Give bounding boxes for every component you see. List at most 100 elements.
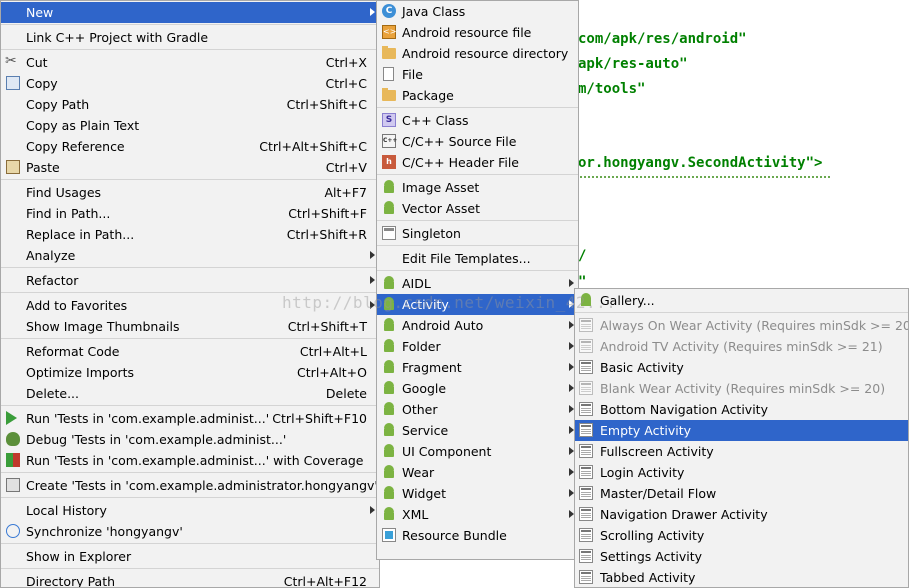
new-item-file[interactable]: File [377, 64, 578, 85]
resource-file-icon: <> [382, 25, 396, 39]
new-item-folder[interactable]: Folder [377, 336, 578, 357]
menu-item-run-coverage[interactable]: Run 'Tests in 'com.example.administ...' … [1, 450, 379, 471]
menu-item-copy-reference[interactable]: Copy Reference Ctrl+Alt+Shift+C [1, 136, 379, 157]
menu-item-new[interactable]: New [1, 2, 379, 23]
android-icon [382, 444, 396, 458]
activity-template-icon [579, 444, 593, 458]
cpp-class-icon: S [382, 113, 396, 127]
menu-separator [1, 497, 379, 498]
new-item-activity[interactable]: Activity [377, 294, 578, 315]
menu-item-debug-tests[interactable]: Debug 'Tests in 'com.example.administ...… [1, 429, 379, 450]
menu-separator [1, 267, 379, 268]
menu-item-analyze[interactable]: Analyze [1, 245, 379, 266]
activity-template-icon [579, 549, 593, 563]
android-icon [382, 381, 396, 395]
new-item-other[interactable]: Other [377, 399, 578, 420]
activity-item-empty[interactable]: Empty Activity [575, 420, 908, 441]
new-item-android-auto[interactable]: Android Auto [377, 315, 578, 336]
activity-item-tabbed[interactable]: Tabbed Activity [575, 567, 908, 587]
activity-item-fullscreen[interactable]: Fullscreen Activity [575, 441, 908, 462]
activity-item-always-on-wear[interactable]: Always On Wear Activity (Requires minSdk… [575, 315, 908, 336]
new-item-cpp-class[interactable]: S C++ Class [377, 110, 578, 131]
activity-item-login[interactable]: Login Activity [575, 462, 908, 483]
header-file-icon: h [382, 155, 396, 169]
menu-separator [377, 220, 578, 221]
new-item-edit-templates[interactable]: Edit File Templates... [377, 248, 578, 269]
activity-template-icon [579, 381, 593, 395]
new-item-package[interactable]: Package [377, 85, 578, 106]
new-item-ui-component[interactable]: UI Component [377, 441, 578, 462]
menu-item-find-usages[interactable]: Find Usages Alt+F7 [1, 182, 379, 203]
menu-item-copy[interactable]: Copy Ctrl+C [1, 73, 379, 94]
menu-item-synchronize[interactable]: Synchronize 'hongyangv' [1, 521, 379, 542]
menu-item-reformat[interactable]: Reformat Code Ctrl+Alt+L [1, 341, 379, 362]
new-item-service[interactable]: Service [377, 420, 578, 441]
menu-item-link-cpp[interactable]: Link C++ Project with Gradle [1, 27, 379, 48]
menu-separator [377, 174, 578, 175]
submenu-arrow-icon [370, 8, 375, 16]
paste-icon [6, 160, 20, 174]
new-item-vector-asset[interactable]: Vector Asset [377, 198, 578, 219]
new-item-resource-file[interactable]: <> Android resource file [377, 22, 578, 43]
run-icon [6, 411, 17, 425]
menu-item-optimize-imports[interactable]: Optimize Imports Ctrl+Alt+O [1, 362, 379, 383]
android-icon [382, 180, 396, 194]
menu-item-copy-plain[interactable]: Copy as Plain Text [1, 115, 379, 136]
new-item-c-header[interactable]: h C/C++ Header File [377, 152, 578, 173]
menu-item-delete[interactable]: Delete... Delete [1, 383, 379, 404]
new-item-aidl[interactable]: AIDL [377, 273, 578, 294]
new-item-wear[interactable]: Wear [377, 462, 578, 483]
new-item-image-asset[interactable]: Image Asset [377, 177, 578, 198]
code-line: m/tools" [578, 81, 646, 97]
file-icon [383, 67, 394, 81]
new-item-java-class[interactable]: C Java Class [377, 1, 578, 22]
activity-item-settings[interactable]: Settings Activity [575, 546, 908, 567]
submenu-arrow-icon [370, 506, 375, 514]
menu-item-replace-in-path[interactable]: Replace in Path... Ctrl+Shift+R [1, 224, 379, 245]
activity-item-bottom-navigation[interactable]: Bottom Navigation Activity [575, 399, 908, 420]
menu-item-paste[interactable]: Paste Ctrl+V [1, 157, 379, 178]
menu-item-refactor[interactable]: Refactor [1, 270, 379, 291]
activity-item-basic[interactable]: Basic Activity [575, 357, 908, 378]
new-item-singleton[interactable]: Singleton [377, 223, 578, 244]
menu-item-copy-path[interactable]: Copy Path Ctrl+Shift+C [1, 94, 379, 115]
menu-separator [377, 107, 578, 108]
menu-item-cut[interactable]: ✂ Cut Ctrl+X [1, 52, 379, 73]
new-item-widget[interactable]: Widget [377, 483, 578, 504]
new-item-resource-bundle[interactable]: Resource Bundle [377, 525, 578, 546]
menu-item-local-history[interactable]: Local History [1, 500, 379, 521]
android-icon [382, 465, 396, 479]
java-class-icon: C [382, 4, 396, 18]
code-line: or.hongyangv.SecondActivity"> [578, 155, 823, 171]
new-item-fragment[interactable]: Fragment [377, 357, 578, 378]
activity-template-icon [579, 423, 593, 437]
create-config-icon [6, 478, 20, 492]
menu-item-add-favorites[interactable]: Add to Favorites [1, 295, 379, 316]
activity-item-master-detail[interactable]: Master/Detail Flow [575, 483, 908, 504]
menu-separator [1, 543, 379, 544]
activity-item-navigation-drawer[interactable]: Navigation Drawer Activity [575, 504, 908, 525]
menu-item-directory-path[interactable]: Directory Path Ctrl+Alt+F12 [1, 571, 379, 587]
android-icon [382, 360, 396, 374]
menu-item-show-explorer[interactable]: Show in Explorer [1, 546, 379, 567]
android-icon [382, 297, 396, 311]
menu-separator [1, 179, 379, 180]
activity-template-icon [579, 318, 593, 332]
menu-separator [1, 24, 379, 25]
folder-icon [382, 46, 396, 59]
new-item-google[interactable]: Google [377, 378, 578, 399]
new-item-c-source[interactable]: C++ C/C++ Source File [377, 131, 578, 152]
menu-item-create-tests[interactable]: Create 'Tests in 'com.example.administra… [1, 475, 379, 496]
menu-separator [575, 312, 908, 313]
activity-item-gallery[interactable]: Gallery... [575, 290, 908, 311]
cpp-source-icon: C++ [382, 134, 397, 148]
menu-item-find-in-path[interactable]: Find in Path... Ctrl+Shift+F [1, 203, 379, 224]
new-item-xml[interactable]: XML [377, 504, 578, 525]
android-icon [382, 276, 396, 290]
new-item-resource-directory[interactable]: Android resource directory [377, 43, 578, 64]
menu-item-show-thumbnails[interactable]: Show Image Thumbnails Ctrl+Shift+T [1, 316, 379, 337]
menu-item-run-tests[interactable]: Run 'Tests in 'com.example.administ...' C… [1, 408, 379, 429]
activity-item-scrolling[interactable]: Scrolling Activity [575, 525, 908, 546]
activity-item-android-tv[interactable]: Android TV Activity (Requires minSdk >= … [575, 336, 908, 357]
activity-item-blank-wear[interactable]: Blank Wear Activity (Requires minSdk >= … [575, 378, 908, 399]
